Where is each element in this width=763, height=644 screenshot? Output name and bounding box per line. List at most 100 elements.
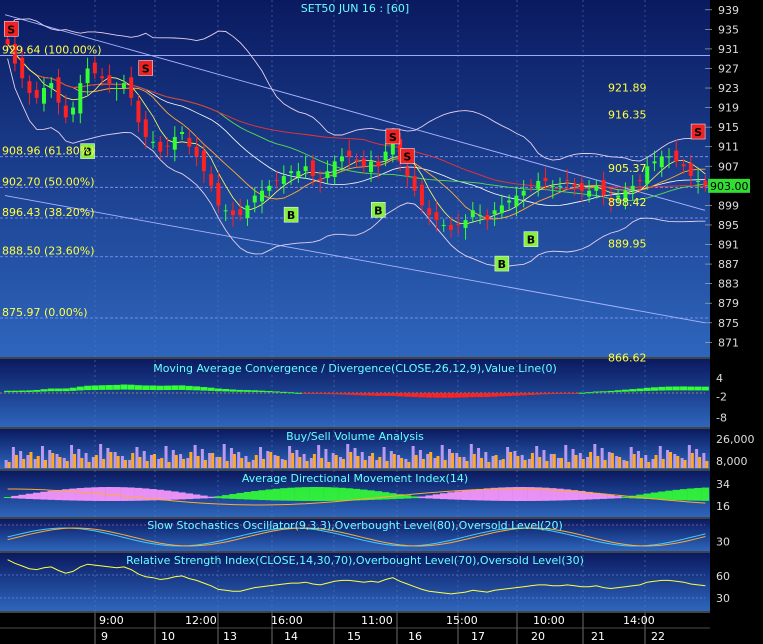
candle-body (129, 77, 134, 98)
adx-bar (679, 489, 688, 501)
time-label: 16:00 (271, 614, 303, 627)
macd-bar (498, 393, 506, 397)
candle-body (601, 179, 606, 196)
macd-bar (316, 393, 324, 395)
buy-volume-bar (55, 454, 59, 468)
sell-volume-bar (450, 453, 454, 468)
sell-volume-bar (603, 460, 607, 468)
macd-bar (636, 388, 644, 392)
sell-volume-bar (225, 461, 229, 468)
macd-bar (650, 387, 658, 391)
buy-volume-bar (324, 449, 328, 468)
candle-body (71, 107, 76, 115)
buy-volume-bar (200, 449, 204, 468)
candle-body (274, 179, 279, 181)
macd-bar (425, 393, 433, 398)
candle-body (34, 89, 39, 98)
macd-bar (505, 393, 513, 397)
macd-bar (185, 385, 193, 391)
macd-bar (40, 389, 48, 392)
buy-volume-bar (266, 451, 270, 468)
adx-bar (345, 488, 353, 501)
adx-bar (40, 491, 48, 500)
candle-body (245, 205, 250, 219)
macd-bar (520, 393, 528, 396)
candle-body (158, 141, 163, 152)
buy-volume-bar (135, 447, 139, 468)
sell-volume-bar (73, 454, 77, 468)
macd-bar (345, 393, 353, 395)
buy-volume-bar (208, 453, 212, 468)
buy-volume-bar (106, 448, 110, 468)
candle-body (180, 132, 185, 134)
y-tick-label: 923 (718, 82, 739, 95)
macd-bar (454, 393, 462, 398)
buy-volume-bar (317, 445, 321, 468)
candle-body (201, 150, 206, 172)
macd-bar (84, 385, 92, 391)
macd-bar (440, 393, 448, 398)
buy-volume-bar (651, 459, 655, 468)
annotation-label: 889.95 (608, 238, 647, 251)
date-label: 9 (101, 630, 108, 643)
candle-body (187, 137, 192, 147)
sell-volume-bar (538, 457, 542, 468)
adx-bar (614, 496, 622, 499)
y-tick-label: 26,000 (716, 433, 755, 446)
chart-canvas[interactable]: SBSBSBSBBS 942.16 (123.60%)929.64 (100.0… (0, 0, 763, 644)
buy-volume-bar (259, 447, 263, 468)
adx-bar (178, 492, 186, 500)
sell-volume-bar (639, 458, 643, 468)
annotation-label: 898.42 (608, 196, 647, 209)
macd-bar (621, 389, 629, 392)
signal-label: S (142, 62, 150, 75)
buy-volume-bar (288, 446, 292, 468)
candle-body (543, 178, 548, 181)
sell-volume-bar (625, 461, 629, 468)
sell-volume-bar (218, 457, 222, 468)
date-label: 17 (471, 630, 485, 643)
buy-volume-bar (644, 455, 648, 468)
sell-volume-bar (152, 454, 156, 468)
buy-volume-bar (273, 455, 277, 468)
macd-bar (578, 392, 586, 394)
buy-volume-bar (571, 449, 575, 468)
sell-volume-bar (429, 452, 433, 468)
candle-body (383, 151, 388, 161)
sell-volume-bar (676, 456, 680, 468)
macd-bar (47, 388, 55, 392)
time-label: 9:00 (99, 614, 124, 627)
sell-volume-bar (705, 461, 709, 468)
candle-body (143, 119, 148, 137)
signal-label: S (403, 150, 411, 163)
buy-volume-bar (11, 447, 15, 468)
macd-bar (563, 393, 571, 394)
adx-bar (301, 487, 310, 501)
candle-body (448, 224, 453, 230)
buy-volume-bar (120, 456, 124, 468)
buy-volume-bar (535, 446, 539, 468)
buy-volume-bar (593, 444, 597, 468)
sell-volume-bar (269, 452, 273, 468)
signal-label: B (374, 204, 382, 217)
adx-bar (18, 494, 26, 499)
sell-volume-bar (182, 459, 186, 468)
adx-bar (54, 489, 63, 501)
indicator-title: Buy/Sell Volume Analysis (286, 430, 424, 443)
candle-body (27, 81, 32, 93)
buy-volume-bar (702, 453, 706, 468)
sell-volume-bar (480, 458, 484, 468)
sell-volume-bar (189, 452, 193, 468)
adx-bar (229, 494, 237, 499)
date-label: 10 (161, 630, 175, 643)
y-tick-label: 887 (718, 258, 739, 271)
candle-body (667, 156, 672, 158)
sell-volume-bar (51, 453, 55, 468)
sell-volume-bar (596, 456, 600, 468)
candle-body (550, 185, 555, 187)
candle-body (85, 68, 90, 84)
buy-volume-bar (506, 447, 510, 468)
adx-bar (69, 488, 77, 501)
candle-body (318, 178, 323, 181)
macd-bar (629, 389, 637, 392)
